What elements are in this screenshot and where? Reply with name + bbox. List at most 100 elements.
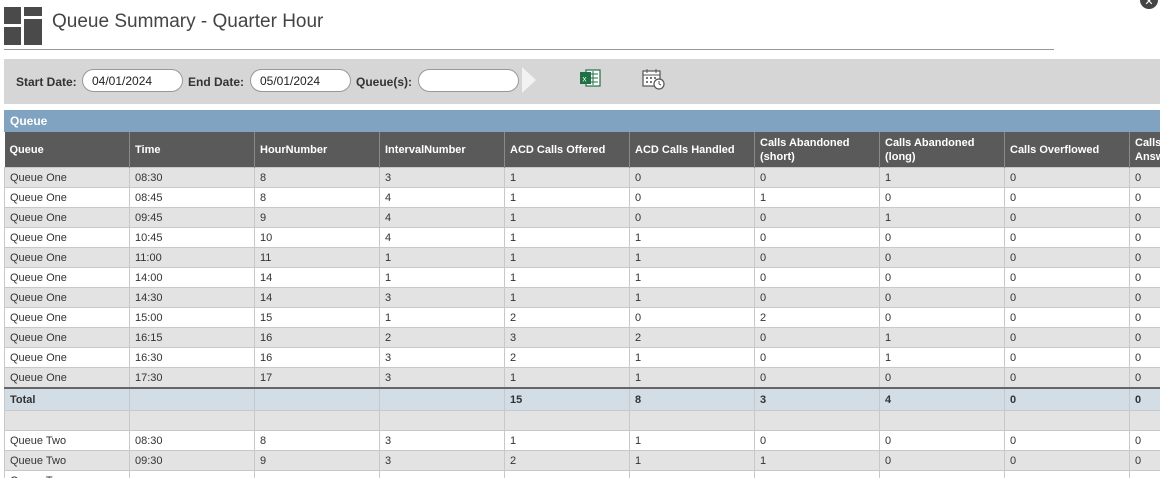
- table-cell: 1: [504, 247, 630, 268]
- table-cell: 1: [629, 287, 755, 308]
- table-cell: [129, 387, 255, 411]
- run-report-chevron-icon[interactable]: [522, 67, 536, 93]
- table-cell: 2: [504, 450, 630, 471]
- report-header: Queue Summary - Quarter Hour: [0, 0, 1060, 50]
- table-cell: 09:30: [129, 450, 255, 471]
- table-row: [4, 410, 1160, 431]
- table-cell: 14: [254, 287, 380, 308]
- table-cell: [379, 387, 505, 411]
- table-cell: 2: [504, 347, 630, 368]
- table-cell: 2: [754, 307, 880, 328]
- column-header[interactable]: Calls Abandoned (long): [879, 132, 1005, 168]
- close-icon[interactable]: ✕: [1140, 0, 1158, 9]
- excel-icon[interactable]: x: [579, 68, 601, 88]
- table-row: Queue One 14:00 14 1 1 1 0 0 0 0: [4, 267, 1160, 288]
- table-cell: 14:30: [129, 287, 255, 308]
- calendar-clock-icon[interactable]: [642, 68, 666, 90]
- table-cell: 0: [1129, 430, 1160, 451]
- table-cell: Queue One: [4, 367, 130, 389]
- column-header[interactable]: Time: [129, 132, 255, 168]
- table-cell: 0: [1129, 307, 1160, 328]
- end-date-input[interactable]: 05/01/2024: [250, 69, 351, 92]
- page-title: Queue Summary - Quarter Hour: [52, 11, 324, 32]
- column-header[interactable]: Calls Answ: [1129, 132, 1160, 168]
- table-cell: 10:45: [129, 227, 255, 248]
- table-cell: 8: [254, 187, 380, 208]
- table-cell: 0: [1004, 387, 1130, 411]
- table-cell: 2: [504, 307, 630, 328]
- table-cell: 0: [629, 207, 755, 228]
- table-cell: [504, 410, 630, 431]
- table-cell: [379, 470, 505, 478]
- table-cell: 0: [629, 307, 755, 328]
- column-header[interactable]: Queue: [4, 132, 130, 168]
- table-cell: 0: [1004, 450, 1130, 471]
- start-date-input[interactable]: 04/01/2024: [82, 69, 183, 92]
- table-cell: 1: [629, 430, 755, 451]
- table-cell: [129, 470, 255, 478]
- filter-toolbar: Start Date: 04/01/2024 End Date: 05/01/2…: [4, 59, 1160, 104]
- table-row: Queue One 16:30 16 3 2 1 0 1 0 0: [4, 347, 1160, 368]
- table-cell: 16: [254, 327, 380, 348]
- table-cell: [1129, 470, 1160, 478]
- table-cell: [1129, 410, 1160, 431]
- column-header[interactable]: ACD Calls Handled: [629, 132, 755, 168]
- table-cell: 0: [1129, 347, 1160, 368]
- table-row: Queue One 08:30 8 3 1 0 0 1 0 0: [4, 167, 1160, 188]
- table-cell: 0: [1129, 327, 1160, 348]
- table-row: Queue One 09:45 9 4 1 0 0 1 0 0: [4, 207, 1160, 228]
- queues-select[interactable]: [418, 69, 519, 92]
- table-cell: [879, 470, 1005, 478]
- column-header[interactable]: Calls Overflowed: [1004, 132, 1130, 168]
- start-date-label: Start Date:: [16, 75, 77, 89]
- column-header[interactable]: Calls Abandoned (short): [754, 132, 880, 168]
- table-cell: 9: [254, 450, 380, 471]
- table-cell: 0: [1004, 167, 1130, 188]
- table-cell: 9: [254, 207, 380, 228]
- table-cell: 1: [879, 167, 1005, 188]
- table-cell: 3: [379, 367, 505, 389]
- table-cell: 0: [1004, 287, 1130, 308]
- table-cell: 0: [754, 227, 880, 248]
- table-cell: 0: [1129, 450, 1160, 471]
- table-cell: 2: [629, 327, 755, 348]
- table-row: Queue One 16:15 16 2 3 2 0 1 0 0: [4, 327, 1160, 348]
- table-cell: Queue Two: [4, 470, 130, 478]
- table-cell: [754, 470, 880, 478]
- table-row: Queue Two 09:30 9 3 2 1 1 0 0 0: [4, 450, 1160, 471]
- table-cell: 3: [379, 450, 505, 471]
- table-cell: 1: [754, 187, 880, 208]
- table-cell: 3: [379, 430, 505, 451]
- table-cell: 0: [1129, 187, 1160, 208]
- table-row: Queue One 10:45 10 4 1 1 0 0 0 0: [4, 227, 1160, 248]
- table-cell: 08:30: [129, 167, 255, 188]
- table-cell: 0: [1129, 267, 1160, 288]
- table-cell: [4, 410, 130, 431]
- table-cell: [1004, 410, 1130, 431]
- table-cell: 1: [629, 347, 755, 368]
- table-cell: 15: [504, 387, 630, 411]
- table-cell: 0: [754, 287, 880, 308]
- table-cell: Queue One: [4, 307, 130, 328]
- table-cell: 1: [379, 307, 505, 328]
- table-cell: [629, 470, 755, 478]
- table-cell: 0: [879, 367, 1005, 389]
- table-cell: Queue One: [4, 287, 130, 308]
- table-cell: 4: [379, 227, 505, 248]
- column-header[interactable]: HourNumber: [254, 132, 380, 168]
- column-header[interactable]: IntervalNumber: [379, 132, 505, 168]
- table-cell: 11:00: [129, 247, 255, 268]
- total-row: Total 15 8 3 4 0 0: [4, 387, 1160, 411]
- table-cell: [254, 387, 380, 411]
- table-cell: 1: [754, 450, 880, 471]
- column-header[interactable]: ACD Calls Offered: [504, 132, 630, 168]
- table-cell: 1: [504, 430, 630, 451]
- table-cell: Total: [4, 387, 130, 411]
- table-cell: 1: [629, 267, 755, 288]
- table-cell: 0: [1004, 227, 1130, 248]
- table-cell: 15: [254, 307, 380, 328]
- table-cell: 16:15: [129, 327, 255, 348]
- table-cell: Queue One: [4, 207, 130, 228]
- table-row: Queue One 17:30 17 3 1 1 0 0 0 0: [4, 367, 1160, 389]
- table-cell: 0: [754, 367, 880, 389]
